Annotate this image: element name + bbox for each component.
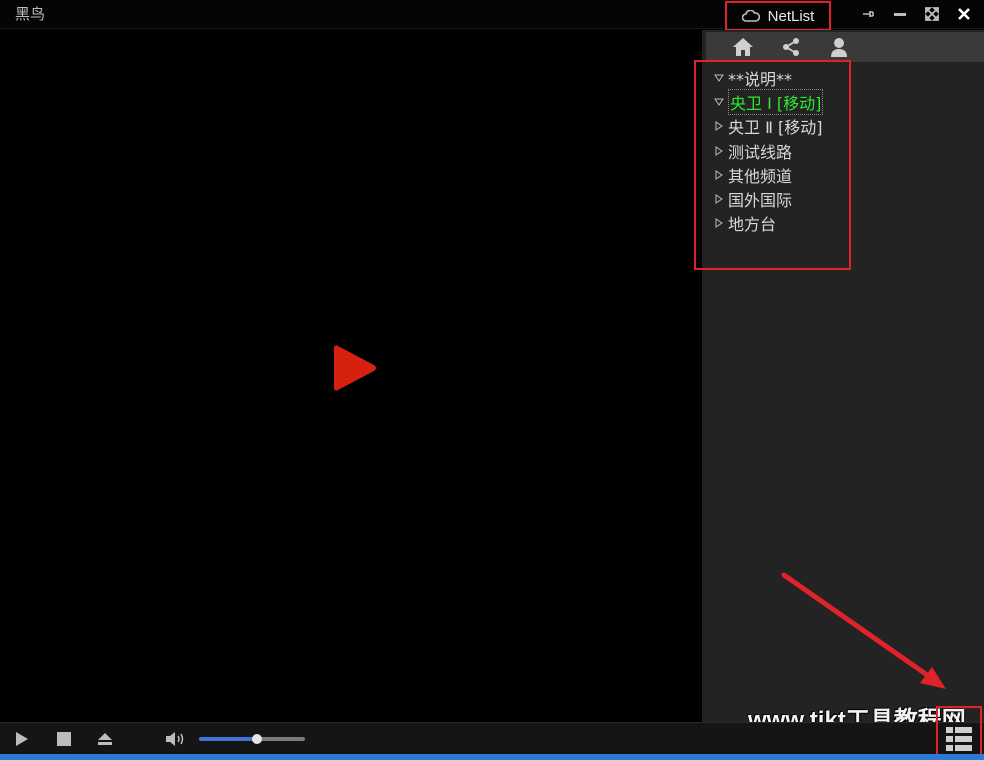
collapsed-triangle-icon[interactable] <box>710 121 728 132</box>
close-button[interactable] <box>954 4 974 24</box>
channel-item[interactable]: 国外国际 <box>710 187 823 211</box>
home-icon <box>733 38 753 56</box>
channel-label: 央卫 Ⅰ [移动] <box>728 89 824 116</box>
volume-slider-handle[interactable] <box>252 734 263 744</box>
minimize-button[interactable] <box>890 4 910 24</box>
fullscreen-button[interactable] <box>922 4 942 24</box>
cloud-icon <box>741 7 760 26</box>
big-play-button[interactable] <box>330 340 380 400</box>
video-area[interactable] <box>0 30 702 722</box>
play-button[interactable] <box>12 728 32 750</box>
channel-item[interactable]: 央卫 Ⅱ [移动] <box>710 114 823 138</box>
channel-label: 央卫 Ⅱ [移动] <box>728 118 823 138</box>
user-button[interactable] <box>828 36 850 58</box>
channel-label: 地方台 <box>728 215 777 235</box>
expanded-triangle-icon[interactable] <box>710 98 728 107</box>
channel-label: 测试线路 <box>728 142 793 162</box>
annotation-arrow <box>781 572 946 689</box>
speaker-icon <box>166 732 184 746</box>
close-icon <box>958 8 970 20</box>
user-icon <box>831 38 847 57</box>
collapsed-triangle-icon[interactable] <box>710 145 728 156</box>
panel-toolbar <box>706 32 984 62</box>
stop-icon <box>57 732 71 746</box>
pin-icon <box>863 11 874 17</box>
app-title: 黑鸟 <box>15 5 46 23</box>
eject-icon <box>98 733 112 745</box>
collapsed-triangle-icon[interactable] <box>710 169 728 180</box>
minimize-icon <box>894 13 906 16</box>
playback-controls <box>0 722 984 754</box>
pin-button[interactable] <box>858 4 878 24</box>
list-icon <box>946 727 972 751</box>
channel-tree: **说明** 央卫 Ⅰ [移动] 央卫 Ⅱ [移动] 测试线路 其他频道 国外国… <box>710 66 824 235</box>
play-icon <box>16 732 28 746</box>
tab-netlist-label: NetList <box>767 7 815 25</box>
channel-item[interactable]: 测试线路 <box>710 139 823 163</box>
tab-netlist[interactable]: NetList <box>725 1 831 31</box>
home-button[interactable] <box>732 36 754 58</box>
volume-button[interactable] <box>164 728 186 750</box>
channel-item[interactable]: 地方台 <box>710 211 823 235</box>
channel-label: 国外国际 <box>728 191 793 211</box>
channel-item[interactable]: 央卫 Ⅰ [移动] <box>710 89 824 116</box>
collapsed-triangle-icon[interactable] <box>710 218 728 229</box>
playlist-toggle-button[interactable] <box>936 706 982 756</box>
channel-label: **说明** <box>728 70 793 90</box>
fullscreen-icon <box>925 7 939 21</box>
volume-slider-fill <box>199 737 258 741</box>
status-stripe <box>0 754 984 760</box>
eject-button[interactable] <box>95 728 115 750</box>
title-bar: 黑鸟 NetList <box>0 0 984 31</box>
collapsed-triangle-icon[interactable] <box>710 194 728 204</box>
channel-item[interactable]: **说明** <box>710 66 823 90</box>
volume-slider[interactable] <box>199 734 305 744</box>
channel-item[interactable]: 其他频道 <box>710 163 823 187</box>
stop-button[interactable] <box>54 728 74 750</box>
expanded-triangle-icon[interactable] <box>710 74 728 82</box>
channel-label: 其他频道 <box>728 166 793 186</box>
share-icon <box>783 38 799 56</box>
share-button[interactable] <box>780 36 802 58</box>
play-icon <box>334 345 376 391</box>
